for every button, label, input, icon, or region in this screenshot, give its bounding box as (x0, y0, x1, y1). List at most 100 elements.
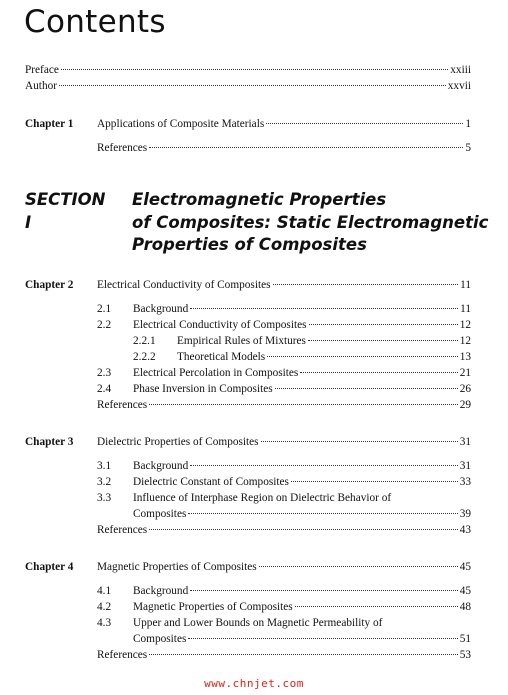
section-number: 3.2 (97, 476, 112, 488)
page-number: 12 (459, 335, 471, 347)
entry-title: Magnetic Properties of Composites (97, 561, 257, 573)
dot-leader (149, 654, 458, 655)
entry-title: Applications of Composite Materials (97, 118, 265, 130)
dot-leader (308, 324, 458, 325)
toc-entry-section[interactable]: Dielectric Constant of Composites 33 (133, 474, 471, 490)
section-number: 2.2.1 (133, 335, 156, 347)
dot-leader (149, 147, 464, 148)
toc-entry-section[interactable]: Electrical Percolation in Composites 21 (133, 365, 471, 381)
toc-entry-section-cont[interactable]: Composites 51 (133, 631, 471, 647)
entry-title: Preface (25, 64, 59, 76)
toc-entry-chapter[interactable]: Dielectric Properties of Composites 31 (97, 434, 471, 450)
toc-entry-section-cont[interactable]: Composites 39 (133, 506, 471, 522)
page-number: 33 (459, 476, 471, 488)
dot-leader (294, 606, 458, 607)
toc-entry-references[interactable]: References 53 (97, 647, 471, 663)
toc-entry-section[interactable]: Upper and Lower Bounds on Magnetic Perme… (133, 615, 471, 631)
dot-leader (188, 513, 458, 514)
toc-entry-chapter[interactable]: Magnetic Properties of Composites 45 (97, 559, 471, 575)
page-number: 29 (459, 399, 471, 411)
toc-entry-section[interactable]: Magnetic Properties of Composites 48 (133, 599, 471, 615)
entry-title: Dielectric Constant of Composites (133, 476, 289, 488)
entry-title: Magnetic Properties of Composites (133, 601, 293, 613)
section-number: 4.2 (97, 601, 112, 613)
section-title-line: of Composites: Static Electromagnetic (132, 212, 489, 232)
dot-leader (188, 638, 458, 639)
page-number: 43 (459, 524, 471, 536)
chapter-label: Chapter 3 (25, 436, 74, 448)
page-number: 51 (459, 633, 471, 645)
entry-title: Background (133, 303, 189, 315)
entry-title: Electrical Percolation in Composites (133, 367, 299, 379)
page-number: 26 (459, 383, 471, 395)
page-number: 39 (459, 508, 471, 520)
entry-title: References (97, 524, 148, 536)
entry-title: Theoretical Models (177, 351, 266, 363)
page-number: 31 (459, 460, 471, 472)
page-number: 48 (459, 601, 471, 613)
dot-leader (149, 404, 458, 405)
section-title-line: Electromagnetic Properties (132, 190, 387, 209)
page-number: 12 (459, 319, 471, 331)
entry-title: Influence of Interphase Region on Dielec… (133, 492, 392, 504)
chapter-label: Chapter 2 (25, 279, 74, 291)
section-number: 2.2.2 (133, 351, 156, 363)
page-number: xxiii (450, 64, 471, 76)
dot-leader (59, 85, 446, 86)
dot-leader (267, 356, 458, 357)
toc-entry-section[interactable]: Electrical Conductivity of Composites 12 (133, 317, 471, 333)
page-number: 11 (460, 279, 471, 291)
toc-entry-section[interactable]: Background 31 (133, 458, 471, 474)
toc-entry-section[interactable]: Influence of Interphase Region on Dielec… (133, 490, 471, 506)
entry-title: References (97, 399, 148, 411)
page-number: 45 (459, 561, 471, 573)
page-number: 31 (459, 436, 471, 448)
page-number: 53 (459, 649, 471, 661)
dot-leader (307, 340, 458, 341)
toc-entry-chapter[interactable]: Applications of Composite Materials 1 (97, 116, 471, 132)
dot-leader (290, 481, 458, 482)
section-number: 4.1 (97, 585, 112, 597)
page-number: 45 (459, 585, 471, 597)
entry-title: Phase Inversion in Composites (133, 383, 273, 395)
entry-title: Dielectric Properties of Composites (97, 436, 259, 448)
toc-entry-author[interactable]: Author xxvii (25, 78, 471, 94)
section-title-line: Properties of Composites (132, 235, 367, 254)
toc-entry-references[interactable]: References 5 (97, 140, 471, 156)
dot-leader (190, 308, 459, 309)
toc-entry-section[interactable]: Background 45 (133, 583, 471, 599)
section-number: 2.3 (97, 367, 112, 379)
dot-leader (300, 372, 458, 373)
dot-leader (190, 590, 458, 591)
page-number: 1 (465, 118, 471, 130)
watermark: www.chnjet.com (204, 677, 304, 690)
chapter-label: Chapter 1 (25, 118, 74, 130)
dot-leader (260, 441, 458, 442)
toc-entry-section[interactable]: Phase Inversion in Composites 26 (133, 381, 471, 397)
chapter-label: Chapter 4 (25, 561, 74, 573)
entry-title: References (97, 649, 148, 661)
page-number: 21 (459, 367, 471, 379)
toc-entry-section[interactable]: Background 11 (133, 301, 471, 317)
page-number: 13 (459, 351, 471, 363)
entry-title: References (97, 142, 148, 154)
dot-leader (272, 284, 459, 285)
dot-leader (266, 123, 464, 124)
section-number: 3.1 (97, 460, 112, 472)
page-title: Contents (24, 4, 166, 40)
dot-leader (274, 388, 458, 389)
dot-leader (258, 566, 458, 567)
toc-entry-section[interactable]: Theoretical Models 13 (177, 349, 471, 365)
entry-title: Empirical Rules of Mixtures (177, 335, 306, 347)
section-number: 2.1 (97, 303, 112, 315)
section-number: 3.3 (97, 492, 112, 504)
toc-entry-references[interactable]: References 29 (97, 397, 471, 413)
toc-entry-preface[interactable]: Preface xxiii (25, 62, 471, 78)
section-number: 4.3 (97, 617, 112, 629)
page-number: 11 (460, 303, 471, 315)
toc-entry-section[interactable]: Empirical Rules of Mixtures 12 (177, 333, 471, 349)
section-label: SECTION I (25, 190, 106, 232)
entry-title: Composites (133, 633, 187, 645)
toc-entry-chapter[interactable]: Electrical Conductivity of Composites 11 (97, 277, 471, 293)
toc-entry-references[interactable]: References 43 (97, 522, 471, 538)
